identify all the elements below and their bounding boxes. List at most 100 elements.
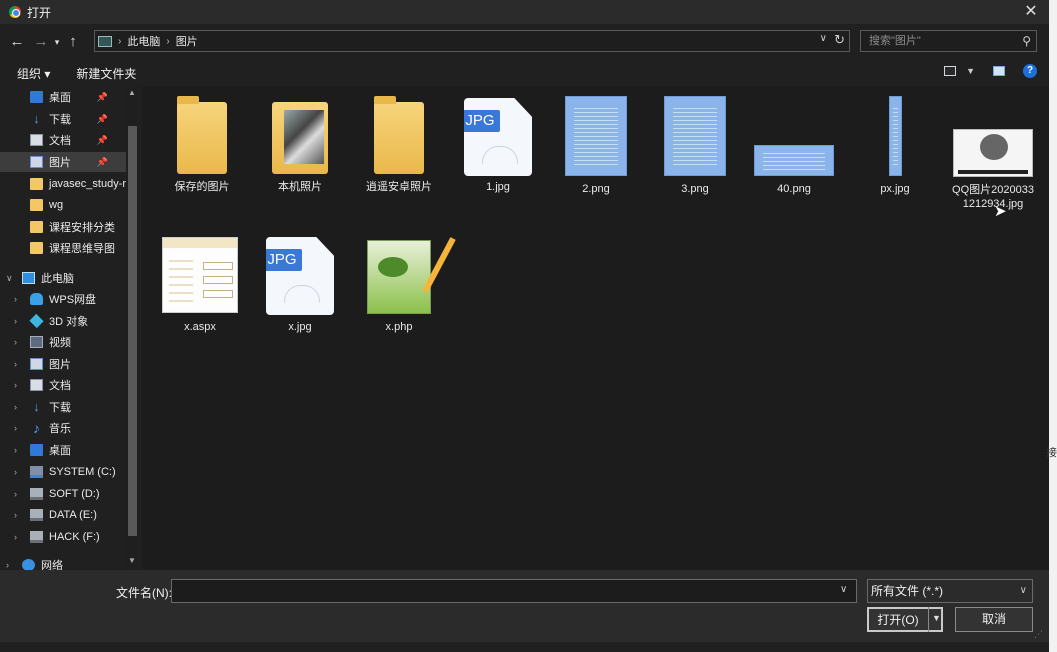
sidebar-item-wps-cloud[interactable]: › WPS网盘	[0, 289, 126, 309]
chevron-right-icon[interactable]: ›	[14, 294, 17, 304]
address-bar[interactable]: › 此电脑 › 图片 ∨ ↻	[94, 30, 850, 52]
close-icon[interactable]: ✕	[1021, 2, 1041, 22]
sidebar-item-drive-d[interactable]: › SOFT (D:)	[0, 484, 126, 504]
sidebar-item-javasec[interactable]: javasec_study-r	[0, 174, 126, 194]
chevron-right-icon[interactable]: ›	[14, 316, 17, 326]
chevron-down-icon[interactable]: ∨	[1020, 580, 1027, 602]
image-thumbnail	[664, 96, 726, 176]
breadcrumb-pictures[interactable]: 图片	[176, 33, 198, 49]
view-options-chevron-icon[interactable]: ▼	[966, 66, 975, 76]
file-item[interactable]: 40.png	[746, 145, 842, 196]
scrollbar-thumb[interactable]	[128, 126, 137, 536]
chevron-right-icon[interactable]: ›	[14, 445, 17, 455]
organize-button[interactable]: 组织 ▾	[17, 65, 50, 82]
sidebar-item-label: WPS网盘	[49, 294, 97, 306]
file-name: x.aspx	[184, 321, 216, 333]
chevron-right-icon[interactable]: ›	[14, 402, 17, 412]
image-thumbnail	[754, 145, 834, 176]
sidebar-item-wg[interactable]: wg	[0, 195, 126, 215]
sidebar-item-3d-objects[interactable]: › 3D 对象	[0, 311, 126, 331]
sidebar-item-pc-desktop[interactable]: › 桌面	[0, 440, 126, 460]
up-icon[interactable]: ↑	[63, 31, 83, 53]
sidebar-item-course-schedule[interactable]: 课程安排分类	[0, 217, 126, 237]
chevron-right-icon[interactable]: ›	[14, 337, 17, 347]
file-item[interactable]: JPG 1.jpg	[450, 98, 546, 194]
chevron-down-icon[interactable]: ∨	[820, 33, 827, 44]
sidebar-item-desktop[interactable]: 桌面 📌	[0, 87, 126, 107]
sidebar-item-label: 文档	[49, 135, 71, 147]
file-item[interactable]: JPG x.jpg	[252, 237, 348, 334]
new-folder-button[interactable]: 新建文件夹	[76, 65, 136, 82]
sidebar-item-course-mindmap[interactable]: 课程思维导图	[0, 238, 126, 258]
search-input[interactable]: 搜索"图片" ⚲	[860, 30, 1037, 52]
sidebar-item-label: DATA (E:)	[49, 509, 97, 521]
sidebar-item-label: 课程安排分类	[49, 222, 115, 234]
file-item[interactable]: 逍遥安卓照片	[351, 96, 447, 194]
chevron-right-icon[interactable]: ›	[14, 380, 17, 390]
sidebar-item-downloads[interactable]: ↓ 下载 📌	[0, 109, 126, 129]
help-icon[interactable]: ?	[1023, 64, 1037, 78]
cancel-button[interactable]: 取消	[955, 607, 1033, 632]
thumbnail-content	[574, 105, 618, 167]
chevron-right-icon[interactable]: ›	[14, 510, 17, 520]
filename-input[interactable]	[171, 579, 857, 603]
chevron-right-icon[interactable]: ›	[6, 560, 9, 570]
chevron-right-icon[interactable]: ›	[14, 359, 17, 369]
sidebar-item-videos[interactable]: › 视频	[0, 332, 126, 352]
scroll-up-icon[interactable]: ▲	[128, 88, 136, 97]
sidebar-item-this-pc[interactable]: ∨ 此电脑	[0, 268, 126, 288]
chevron-right-icon[interactable]: ›	[118, 36, 121, 47]
sidebar-item-pc-documents[interactable]: › 文档	[0, 375, 126, 395]
chevron-right-icon[interactable]: ›	[14, 532, 17, 542]
forward-icon[interactable]: →	[31, 31, 51, 53]
sidebar-item-network[interactable]: › 网络	[0, 555, 126, 570]
refresh-icon[interactable]: ↻	[834, 32, 845, 48]
chevron-right-icon[interactable]: ›	[14, 489, 17, 499]
folder-icon	[30, 221, 43, 233]
file-item[interactable]: 本机照片	[252, 102, 348, 194]
file-item[interactable]: 3.png	[647, 96, 743, 196]
breadcrumb-this-pc[interactable]: 此电脑	[127, 33, 160, 49]
sidebar-item-drive-e[interactable]: › DATA (E:)	[0, 505, 126, 525]
open-options-chevron-icon[interactable]: ▼	[928, 607, 944, 632]
pictures-icon	[30, 358, 43, 370]
file-item[interactable]: x.php	[351, 237, 456, 334]
sidebar-item-drive-f[interactable]: › HACK (F:)	[0, 527, 126, 547]
file-item[interactable]: px.jpg	[847, 96, 943, 196]
download-icon: ↓	[33, 399, 40, 414]
thumbnail-content	[958, 170, 1028, 174]
file-item[interactable]: x.aspx	[152, 237, 248, 334]
file-type-select[interactable]: 所有文件 (*.*) ∨	[867, 579, 1033, 603]
file-item[interactable]: 2.png	[548, 96, 644, 196]
chevron-right-icon[interactable]: ›	[14, 467, 17, 477]
scroll-down-icon[interactable]: ▼	[128, 556, 136, 565]
chevron-right-icon[interactable]: ›	[166, 36, 169, 47]
3d-objects-icon	[29, 313, 44, 329]
file-name: 40.png	[777, 183, 811, 195]
preview-pane-icon[interactable]	[993, 66, 1005, 76]
back-icon[interactable]: ←	[7, 31, 27, 53]
chevron-down-icon[interactable]: ∨	[6, 273, 13, 284]
title-bar: 打开 ✕	[0, 0, 1049, 24]
sidebar-item-pc-downloads[interactable]: › ↓ 下载	[0, 397, 126, 417]
sidebar-scrollbar[interactable]: ▲ ▼	[126, 86, 138, 570]
pin-icon: 📌	[96, 134, 108, 145]
sidebar-item-music[interactable]: › ♪ 音乐	[0, 418, 126, 438]
desktop-icon	[30, 91, 43, 103]
resize-grip-icon[interactable]: ⋰	[1034, 629, 1043, 640]
change-view-icon[interactable]	[944, 66, 957, 76]
sidebar-item-pc-pictures[interactable]: › 图片	[0, 354, 126, 374]
sidebar-item-pictures[interactable]: 图片 📌	[0, 152, 126, 172]
chevron-down-icon[interactable]: ∨	[840, 584, 847, 595]
file-item[interactable]: 保存的图片	[154, 96, 250, 194]
this-pc-icon	[98, 35, 112, 47]
chevron-right-icon[interactable]: ›	[14, 423, 17, 433]
sidebar-item-drive-c[interactable]: › SYSTEM (C:)	[0, 462, 126, 482]
file-item[interactable]: QQ图片20200331212934.jpg	[945, 129, 1041, 211]
file-name: x.php	[385, 321, 413, 333]
search-icon[interactable]: ⚲	[1022, 31, 1031, 51]
recent-locations-icon[interactable]: ▾	[51, 31, 63, 53]
background-text: 接	[1046, 447, 1057, 459]
folder-icon	[272, 102, 328, 174]
sidebar-item-documents[interactable]: 文档 📌	[0, 130, 126, 150]
